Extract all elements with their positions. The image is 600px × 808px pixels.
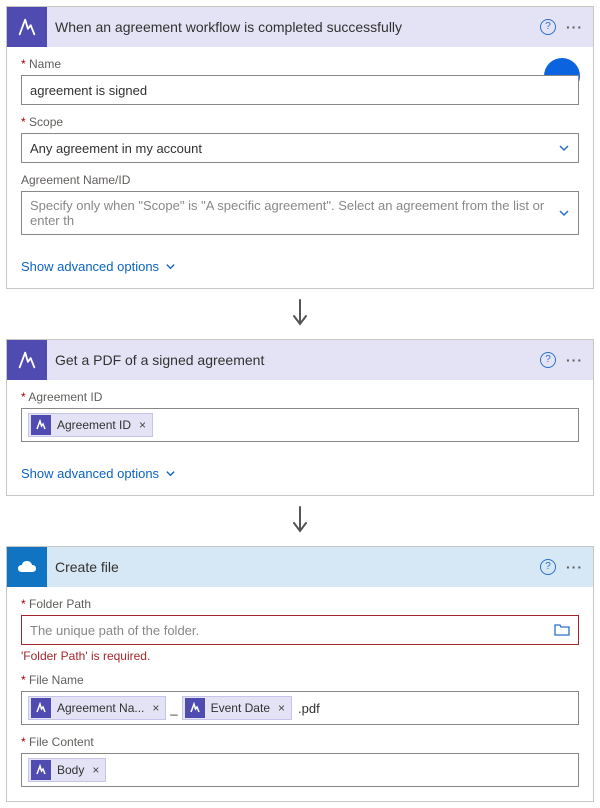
filecontent-input[interactable]: Body × — [21, 753, 579, 787]
help-icon[interactable]: ? — [540, 352, 556, 368]
adobe-sign-icon — [185, 698, 205, 718]
trigger-header[interactable]: When an agreement workflow is completed … — [7, 7, 593, 47]
token-remove-icon[interactable]: × — [139, 418, 146, 432]
token-label: Body — [57, 763, 84, 777]
flow-arrow — [6, 289, 594, 339]
chevron-down-icon — [558, 207, 570, 219]
token-label: Agreement ID — [57, 418, 131, 432]
getpdf-body: Agreement ID Agreement ID × — [7, 380, 593, 456]
token-agreement-id[interactable]: Agreement ID × — [28, 413, 153, 437]
token-event-date[interactable]: Event Date × — [182, 696, 292, 720]
getpdf-header[interactable]: Get a PDF of a signed agreement ? ··· — [7, 340, 593, 380]
agreement-select[interactable]: Specify only when "Scope" is "A specific… — [21, 191, 579, 235]
agreementid-input[interactable]: Agreement ID × — [21, 408, 579, 442]
token-remove-icon[interactable]: × — [152, 701, 159, 715]
agreement-label: Agreement Name/ID — [21, 173, 579, 187]
more-menu-icon[interactable]: ··· — [566, 352, 583, 368]
adobe-sign-icon — [7, 7, 47, 47]
more-menu-icon[interactable]: ··· — [566, 19, 583, 35]
agreementid-label: Agreement ID — [21, 390, 579, 404]
show-advanced-link[interactable]: Show advanced options — [7, 456, 190, 495]
chevron-down-icon — [165, 261, 176, 272]
createfile-header[interactable]: Create file ? ··· — [7, 547, 593, 587]
adobe-sign-icon — [31, 415, 51, 435]
getpdf-title: Get a PDF of a signed agreement — [55, 352, 532, 368]
folderpath-placeholder: The unique path of the folder. — [30, 623, 199, 638]
filename-label: File Name — [21, 673, 579, 687]
help-icon[interactable]: ? — [540, 19, 556, 35]
advanced-label: Show advanced options — [21, 466, 159, 481]
createfile-title: Create file — [55, 559, 532, 575]
token-remove-icon[interactable]: × — [278, 701, 285, 715]
filecontent-label: File Content — [21, 735, 579, 749]
adobe-sign-icon — [31, 698, 51, 718]
advanced-label: Show advanced options — [21, 259, 159, 274]
scope-select[interactable]: Any agreement in my account — [21, 133, 579, 163]
getpdf-card: Get a PDF of a signed agreement ? ··· Ag… — [6, 339, 594, 496]
chevron-down-icon — [558, 142, 570, 154]
agreement-placeholder: Specify only when "Scope" is "A specific… — [30, 198, 558, 228]
filename-suffix: .pdf — [296, 701, 320, 716]
folderpath-input[interactable]: The unique path of the folder. — [21, 615, 579, 645]
adobe-sign-icon — [7, 340, 47, 380]
show-advanced-link[interactable]: Show advanced options — [7, 249, 190, 288]
help-icon[interactable]: ? — [540, 559, 556, 575]
scope-value: Any agreement in my account — [30, 141, 202, 156]
createfile-body: Folder Path The unique path of the folde… — [7, 587, 593, 801]
token-agreement-name[interactable]: Agreement Na... × — [28, 696, 166, 720]
token-label: Agreement Na... — [57, 701, 144, 715]
scope-label: Scope — [21, 115, 579, 129]
token-label: Event Date — [211, 701, 270, 715]
chevron-down-icon — [165, 468, 176, 479]
adobe-sign-icon — [31, 760, 51, 780]
folderpath-error: 'Folder Path' is required. — [21, 649, 579, 663]
filename-input[interactable]: Agreement Na... × _ Event Date × .pdf — [21, 691, 579, 725]
trigger-body: Name Scope Any agreement in my account A… — [7, 47, 593, 249]
name-label: Name — [21, 57, 579, 71]
folder-picker-icon[interactable] — [554, 623, 570, 637]
more-menu-icon[interactable]: ··· — [566, 559, 583, 575]
createfile-card: Create file ? ··· Folder Path The unique… — [6, 546, 594, 802]
onedrive-icon — [7, 547, 47, 587]
folderpath-label: Folder Path — [21, 597, 579, 611]
trigger-card: When an agreement workflow is completed … — [6, 6, 594, 289]
flow-arrow — [6, 496, 594, 546]
token-remove-icon[interactable]: × — [92, 763, 99, 777]
name-input[interactable] — [21, 75, 579, 105]
trigger-title: When an agreement workflow is completed … — [55, 19, 532, 35]
token-body[interactable]: Body × — [28, 758, 106, 782]
